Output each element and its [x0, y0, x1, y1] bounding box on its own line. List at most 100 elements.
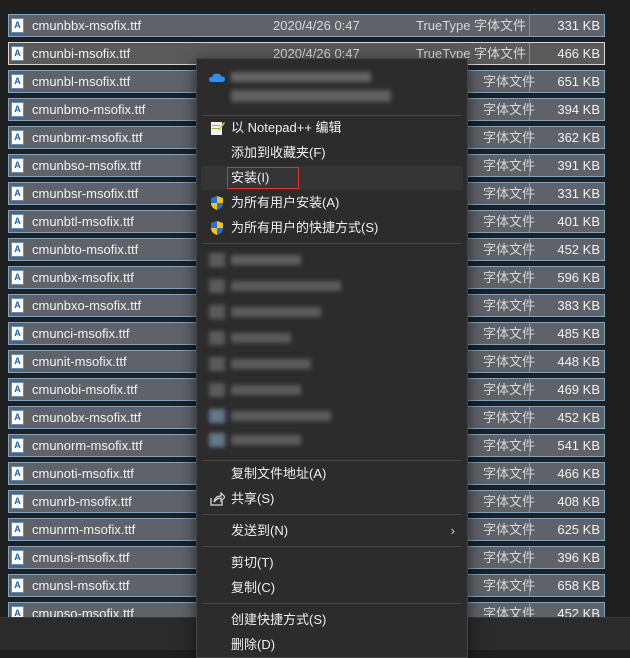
file-size: 596 KB — [557, 270, 600, 285]
blurred-text — [231, 281, 341, 291]
font-file-icon: A — [11, 550, 24, 565]
blurred-text — [231, 411, 331, 421]
file-size: 466 KB — [557, 466, 600, 481]
blurred-menu-items — [201, 247, 463, 457]
blurred-text — [231, 90, 391, 102]
font-file-icon: A — [11, 522, 24, 537]
column-divider — [529, 239, 530, 260]
notepadpp-icon — [211, 122, 225, 135]
file-size: 401 KB — [557, 214, 600, 229]
share-icon — [210, 491, 225, 506]
file-name: cmunbmr-msofix.ttf — [32, 130, 143, 145]
file-name: cmunci-msofix.ttf — [32, 326, 130, 341]
menu-label: 以 Notepad++ 编辑 — [231, 120, 342, 135]
column-divider — [529, 15, 530, 36]
column-divider — [529, 211, 530, 232]
file-name: cmunoti-msofix.ttf — [32, 466, 134, 481]
menu-separator — [203, 603, 461, 604]
menu-item-create-shortcut[interactable]: 创建快捷方式(S) — [201, 608, 463, 632]
file-name: cmunbbx-msofix.ttf — [32, 18, 142, 33]
menu-label: 为所有用户安装(A) — [231, 195, 340, 210]
column-divider — [529, 323, 530, 344]
menu-item-install-all-users[interactable]: 为所有用户安装(A) — [201, 191, 463, 215]
font-file-icon: A — [11, 242, 24, 257]
file-size: 452 KB — [557, 410, 600, 425]
menu-item-install[interactable]: 安装(I) — [201, 166, 463, 190]
file-type: 字体文件 — [483, 242, 536, 257]
menu-item-cut[interactable]: 剪切(T) — [201, 551, 463, 575]
file-size: 466 KB — [557, 46, 600, 61]
file-type: 字体文件 — [483, 326, 536, 341]
file-name: cmunbtl-msofix.ttf — [32, 214, 134, 229]
menu-item-add-favorite[interactable]: 添加到收藏夹(F) — [201, 141, 463, 165]
file-type: 字体文件 — [483, 382, 536, 397]
file-name: cmunobx-msofix.ttf — [32, 410, 142, 425]
column-divider — [529, 491, 530, 512]
onedrive-icon — [209, 73, 225, 82]
annotation-highlight-box — [227, 167, 299, 189]
font-file-icon: A — [11, 466, 24, 481]
font-file-icon: A — [11, 130, 24, 145]
file-name: cmunrb-msofix.ttf — [32, 494, 132, 509]
file-name: cmunrm-msofix.ttf — [32, 522, 136, 537]
column-divider — [529, 519, 530, 540]
font-file-icon: A — [11, 18, 24, 33]
file-size: 625 KB — [557, 522, 600, 537]
menu-label: 为所有用户的快捷方式(S) — [231, 220, 379, 235]
menu-item-delete[interactable]: 删除(D) — [201, 633, 463, 657]
menu-separator — [203, 546, 461, 547]
font-file-icon: A — [11, 326, 24, 341]
column-divider — [529, 463, 530, 484]
menu-label: 创建快捷方式(S) — [231, 612, 327, 627]
font-file-icon: A — [11, 438, 24, 453]
menu-separator — [203, 243, 461, 244]
menu-item-share[interactable]: 共享(S) — [201, 487, 463, 511]
file-type: 字体文件 — [483, 578, 536, 593]
menu-item-copy[interactable]: 复制(C) — [201, 576, 463, 600]
menu-item-copy-path[interactable]: 复制文件地址(A) — [201, 462, 463, 486]
file-size: 541 KB — [557, 438, 600, 453]
file-name: cmunbsr-msofix.ttf — [32, 186, 139, 201]
submenu-arrow-icon: › — [450, 523, 455, 538]
file-name: cmunbto-msofix.ttf — [32, 242, 139, 257]
file-type: 字体文件 — [483, 130, 536, 145]
font-file-icon: A — [11, 102, 24, 117]
file-name: cmunbso-msofix.ttf — [32, 158, 142, 173]
file-type: 字体文件 — [483, 522, 536, 537]
font-file-icon: A — [11, 410, 24, 425]
menu-label: 添加到收藏夹(F) — [231, 145, 326, 160]
column-divider — [529, 99, 530, 120]
column-divider — [529, 407, 530, 428]
column-divider — [529, 267, 530, 288]
menu-item-cloud-blurred[interactable] — [201, 64, 463, 112]
blurred-text — [231, 307, 321, 317]
column-divider — [529, 379, 530, 400]
font-file-icon: A — [11, 578, 24, 593]
file-size: 469 KB — [557, 382, 600, 397]
file-name: cmunbmo-msofix.ttf — [32, 102, 146, 117]
file-type: TrueType 字体文件 — [416, 18, 527, 33]
blurred-icon — [209, 409, 225, 423]
blurred-icon — [209, 331, 225, 345]
file-type: 字体文件 — [483, 354, 536, 369]
menu-separator — [203, 514, 461, 515]
menu-item-notepadpp[interactable]: 以 Notepad++ 编辑 — [201, 116, 463, 140]
file-type: 字体文件 — [483, 466, 536, 481]
file-type: 字体文件 — [483, 410, 536, 425]
file-size: 452 KB — [557, 242, 600, 257]
font-file-icon: A — [11, 494, 24, 509]
file-size: 408 KB — [557, 494, 600, 509]
blurred-text — [231, 72, 371, 82]
file-name: cmunbl-msofix.ttf — [32, 74, 131, 89]
file-size: 383 KB — [557, 298, 600, 313]
file-size: 331 KB — [557, 18, 600, 33]
file-date: 2020/4/26 0:47 — [273, 18, 360, 33]
blurred-icon — [209, 253, 225, 267]
menu-item-shortcut-all-users[interactable]: 为所有用户的快捷方式(S) — [201, 216, 463, 240]
menu-item-send-to[interactable]: 发送到(N) › — [201, 519, 463, 543]
file-row[interactable]: Acmunbbx-msofix.ttf 2020/4/26 0:47 TrueTyp… — [8, 14, 605, 37]
column-divider — [529, 183, 530, 204]
file-size: 448 KB — [557, 354, 600, 369]
file-type: 字体文件 — [483, 494, 536, 509]
column-divider — [529, 155, 530, 176]
